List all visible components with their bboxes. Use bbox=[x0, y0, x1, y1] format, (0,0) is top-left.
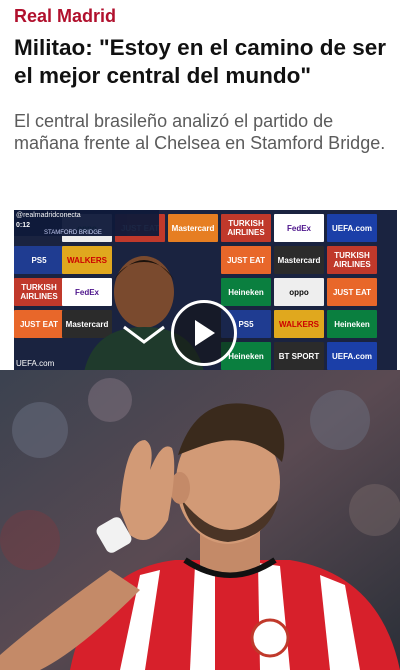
sponsor-tile: WALKERS bbox=[274, 310, 324, 338]
sponsor-tile: Heineken bbox=[327, 310, 377, 338]
sponsor-tile: JUST EAT bbox=[14, 310, 64, 338]
sponsor-tile: JUST EAT bbox=[327, 278, 377, 306]
sponsor-tile: UEFA.com bbox=[327, 342, 377, 370]
sponsor-tile: TURKISH AIRLINES bbox=[14, 278, 64, 306]
section-label[interactable]: Real Madrid bbox=[14, 6, 116, 27]
sponsor-tile: Heineken bbox=[221, 278, 271, 306]
footballer-photo bbox=[0, 370, 400, 670]
play-icon bbox=[195, 320, 215, 346]
broadcast-scorebug: @realmadridconecta 0:12 STAMFORD BRIDGE bbox=[14, 210, 159, 236]
play-button[interactable] bbox=[171, 300, 237, 366]
sponsor-tile: JUST EAT bbox=[221, 246, 271, 274]
sponsor-tile: TURKISH AIRLINES bbox=[221, 214, 271, 242]
sponsor-tile: BT SPORT bbox=[274, 342, 324, 370]
channel-handle: @realmadridconecta bbox=[16, 212, 81, 219]
sponsor-tile: PS5 bbox=[14, 246, 64, 274]
sponsor-tile: TURKISH AIRLINES bbox=[327, 246, 377, 274]
venue-label: STAMFORD BRIDGE bbox=[44, 230, 102, 236]
article-header: Real Madrid Militao: "Estoy en el camino… bbox=[0, 0, 400, 210]
sponsor-tile: FedEx bbox=[274, 214, 324, 242]
sponsor-tile: oppo bbox=[274, 278, 324, 306]
subheadline: El central brasileño analizó el partido … bbox=[14, 111, 386, 153]
footballer-cupping-ear-image bbox=[0, 370, 400, 670]
sponsor-tile: UEFA.com bbox=[327, 214, 377, 242]
video-watermark: UEFA.com bbox=[16, 359, 55, 368]
headline[interactable]: Militao: "Estoy en el camino de ser el m… bbox=[14, 34, 394, 90]
video-timestamp: 0:12 bbox=[16, 222, 31, 229]
sponsor-tile: Mastercard bbox=[274, 246, 324, 274]
video-player[interactable]: oppo JUST EAT Mastercard TURKISH AIRLINE… bbox=[14, 210, 397, 370]
